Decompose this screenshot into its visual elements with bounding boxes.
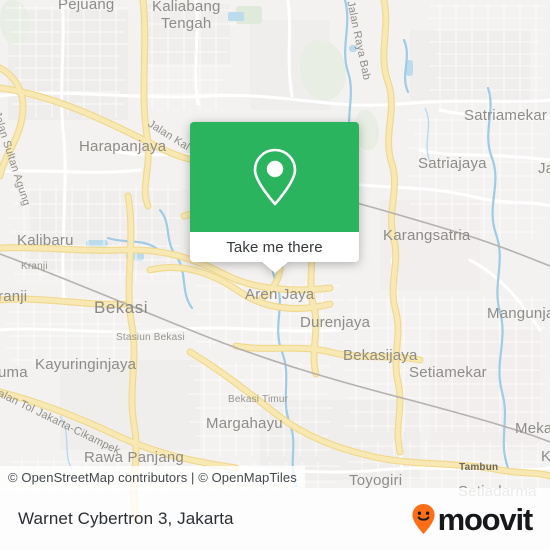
map-label: ranji: [0, 288, 28, 305]
bottom-info-bar: Warnet Cybertron 3, Jakarta moovit: [0, 488, 550, 550]
map-label: Satriajaya: [418, 155, 487, 172]
map-label: uma: [0, 364, 28, 381]
map-label: Aren Jaya: [245, 286, 315, 303]
map-label: Bekasi Timur: [228, 394, 289, 405]
popup-header: [190, 122, 359, 232]
map-label: Harapanjaya: [79, 138, 167, 155]
map-label: Durenjaya: [300, 314, 371, 331]
map-screenshot: Pejuang Kaliabang Tengah Jalan Raya Bab Satr…: [0, 0, 550, 550]
place-title: Warnet Cybertron 3, Jakarta: [18, 509, 234, 528]
moovit-logo[interactable]: moovit: [411, 501, 534, 537]
map-label: Tengah: [161, 15, 212, 32]
moovit-wordmark: moovit: [437, 501, 534, 537]
map-label: Margahayu: [206, 415, 283, 432]
map-label: Bekasi: [94, 298, 149, 317]
map-label: Bekasijaya: [343, 347, 418, 364]
map-label: Satriamekar: [464, 107, 548, 124]
map-label: Tambun: [459, 462, 499, 473]
map-label: Pejuang: [58, 0, 115, 13]
map-label: Setiamekar: [409, 364, 487, 381]
map-label: Kayuringinjaya: [35, 356, 137, 373]
take-me-there-label: Take me there: [226, 238, 323, 256]
moovit-pin-icon: [411, 504, 435, 534]
map-label: Kaliabang: [152, 0, 221, 15]
map-label: Kalibaru: [17, 232, 74, 249]
place-popup-card[interactable]: Take me there: [190, 122, 359, 273]
map-label: Toyogiri: [349, 472, 403, 489]
map-label: Kranji: [21, 261, 48, 272]
map-label: Mangunjaya: [487, 305, 550, 322]
popup-tail: [261, 262, 288, 273]
map-label: Ja: [538, 160, 550, 177]
location-pin-icon: [253, 148, 296, 206]
take-me-there-button[interactable]: Take me there: [190, 232, 359, 273]
map-label: Mekars: [515, 420, 550, 437]
map-label: K: [541, 448, 550, 465]
map-label: Rawa Panjang: [84, 449, 184, 466]
map-attribution[interactable]: © OpenStreetMap contributors | © OpenMap…: [0, 466, 305, 489]
map-label: Karangsatria: [383, 227, 471, 244]
map-label: Stasiun Bekasi: [116, 332, 185, 343]
